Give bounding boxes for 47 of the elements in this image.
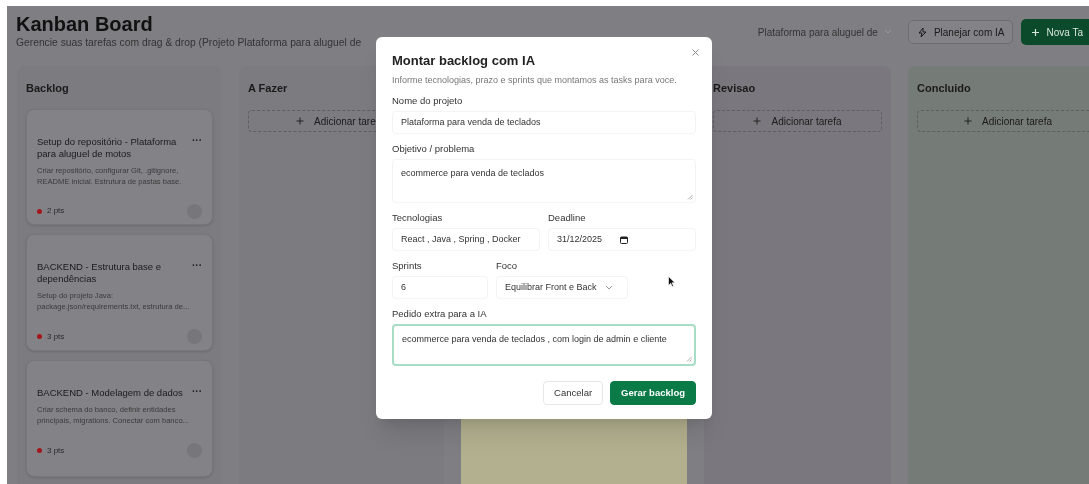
input-field[interactable]: 6 bbox=[392, 276, 488, 299]
story-points: 3 pts bbox=[47, 444, 65, 457]
column-title: Revisao bbox=[713, 81, 757, 96]
more-options-button[interactable]: ··· bbox=[192, 261, 202, 272]
modal-subtitle: Informe tecnologias, prazo e sprints que montamos as tasks para voce. bbox=[392, 74, 678, 86]
text-area-field[interactable]: ecommerce para venda de teclados bbox=[392, 159, 696, 203]
text-area-field[interactable]: ecommerce para venda de teclados , com login de admin e cliente bbox=[392, 324, 696, 366]
story-points: 3 pts bbox=[47, 330, 65, 343]
story-points: 2 pts bbox=[47, 205, 65, 217]
new-task-button[interactable]: Nova Ta bbox=[1021, 19, 1089, 45]
field-label: Foco bbox=[496, 260, 519, 272]
resize-handle-icon bbox=[686, 356, 692, 362]
page-title: Kanban Board bbox=[16, 12, 154, 36]
field-label: Tecnologias bbox=[392, 212, 444, 224]
field-label: Deadline bbox=[548, 212, 587, 224]
chevron-down-icon bbox=[604, 284, 613, 291]
card-title: Setup do repositório - Plataforma para aluguel de motos bbox=[37, 135, 178, 160]
generate-backlog-button[interactable]: Gerar backlog bbox=[610, 381, 696, 405]
card-title: BACKEND - Modelagem de dados bbox=[37, 387, 183, 400]
plus-icon bbox=[963, 117, 972, 125]
card-title: BACKEND - Estrutura base e dependências bbox=[37, 261, 163, 286]
add-task-button[interactable]: Adicionar tarefa bbox=[713, 110, 882, 132]
close-icon bbox=[691, 48, 699, 56]
cancel-button[interactable]: Cancelar bbox=[543, 381, 604, 405]
column-title: Backlog bbox=[26, 81, 70, 96]
field-label: Pedido extra para a IA bbox=[392, 308, 488, 320]
more-options-button[interactable]: ··· bbox=[192, 387, 202, 398]
input-field[interactable]: React , Java , Spring , Docker bbox=[392, 228, 540, 251]
plus-icon bbox=[753, 117, 762, 125]
field-label: Sprints bbox=[392, 260, 423, 272]
field-label: Nome do projeto bbox=[392, 95, 464, 107]
column-title: Concluido bbox=[917, 81, 972, 96]
select-field[interactable]: Equilibrar Front e Back bbox=[496, 276, 628, 299]
add-task-button[interactable]: Adicionar tarefa bbox=[917, 110, 1089, 132]
field-label: Objetivo / problema bbox=[392, 143, 476, 155]
plus-icon bbox=[1031, 27, 1041, 37]
calendar-icon bbox=[620, 235, 629, 244]
input-field[interactable]: Plataforma para venda de teclados bbox=[392, 111, 696, 134]
date-field[interactable]: 31/12/2025 bbox=[548, 228, 696, 251]
resize-handle-icon bbox=[687, 194, 693, 200]
more-options-button[interactable]: ··· bbox=[192, 135, 202, 146]
plan-with-ai-button[interactable]: Planejar com IA bbox=[907, 20, 1014, 44]
modal-title: Montar backlog com IA bbox=[392, 53, 537, 69]
mouse-pointer-icon bbox=[668, 276, 675, 287]
plus-icon bbox=[296, 117, 304, 125]
chevron-down-icon bbox=[883, 29, 892, 35]
page-subtitle: Gerencie suas tarefas com drag & drop (Projeto Plataforma para aluguel de bbox=[16, 36, 362, 50]
